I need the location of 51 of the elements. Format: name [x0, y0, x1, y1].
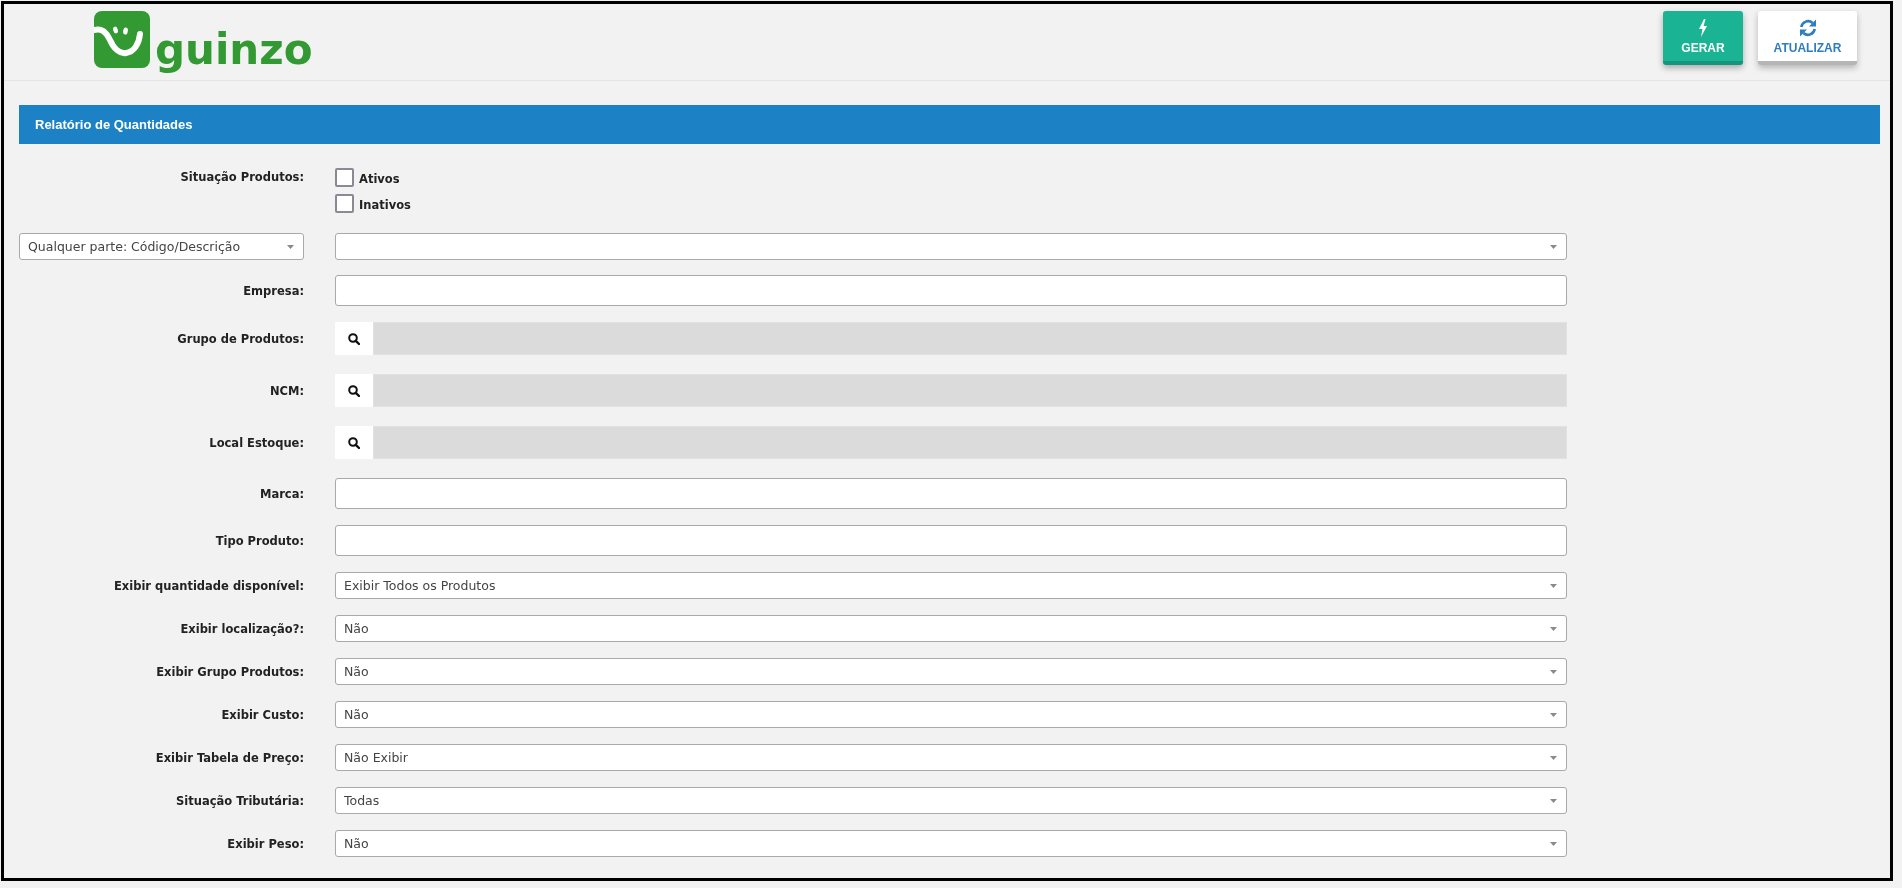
field-label: Marca:: [258, 486, 304, 501]
search-icon: [348, 332, 360, 345]
select-field[interactable]: Não: [335, 701, 1567, 728]
caret-icon: [1550, 841, 1557, 846]
search-button[interactable]: [335, 322, 373, 355]
select-field[interactable]: Todas: [335, 787, 1567, 814]
select-field[interactable]: Qualquer parte: Código/Descrição: [19, 233, 304, 260]
checkbox-label: Ativos: [359, 171, 400, 186]
text-field[interactable]: [335, 525, 1567, 556]
search-button[interactable]: [335, 426, 373, 459]
search-icon: [348, 436, 360, 449]
caret-icon: [1550, 798, 1557, 803]
caret-icon: [287, 244, 294, 249]
select-field[interactable]: [335, 233, 1567, 260]
search-icon: [348, 384, 360, 397]
field-label: Exibir Custo:: [220, 707, 304, 722]
field-label: Exibir Grupo Produtos:: [155, 664, 304, 679]
lightning-icon: [1699, 19, 1707, 37]
field-label: Exibir Peso:: [226, 836, 304, 851]
field-label: Exibir Tabela de Preço:: [154, 750, 304, 765]
field-label: Exibir localização?:: [179, 621, 304, 636]
field-label: Exibir quantidade disponível:: [113, 578, 304, 593]
select-field[interactable]: Não: [335, 615, 1567, 642]
caret-icon: [1550, 755, 1557, 760]
text-field[interactable]: [335, 478, 1567, 509]
field-label: Grupo de Produtos:: [176, 331, 304, 346]
checkbox[interactable]: [335, 194, 354, 213]
caret-icon: [1550, 626, 1557, 631]
field-label: Empresa:: [242, 283, 304, 298]
refresh-icon: [1797, 19, 1818, 37]
smile-logo-icon: [94, 11, 150, 68]
select-field[interactable]: Não Exibir: [335, 744, 1567, 771]
refresh-button[interactable]: ATUALIZAR: [1758, 11, 1857, 65]
caret-icon: [1550, 244, 1557, 249]
search-button[interactable]: [335, 374, 373, 407]
field-label: Tipo Produto:: [214, 533, 304, 548]
select-field[interactable]: Não: [335, 830, 1567, 857]
select-field[interactable]: Não: [335, 658, 1567, 685]
caret-icon: [1550, 712, 1557, 717]
select-field[interactable]: Exibir Todos os Produtos: [335, 572, 1567, 599]
checkbox[interactable]: [335, 168, 354, 187]
caret-icon: [1550, 583, 1557, 588]
checkbox-label: Inativos: [359, 197, 411, 212]
panel-title: Relatório de Quantidades: [35, 117, 193, 132]
field-label: Local Estoque:: [208, 435, 304, 450]
logo-text: guinzo: [155, 29, 313, 71]
field-label: Situação Tributária:: [175, 793, 304, 808]
field-label: Situação Produtos:: [179, 169, 304, 186]
text-field[interactable]: [335, 275, 1567, 306]
caret-icon: [1550, 669, 1557, 674]
field-label: NCM:: [268, 383, 304, 398]
